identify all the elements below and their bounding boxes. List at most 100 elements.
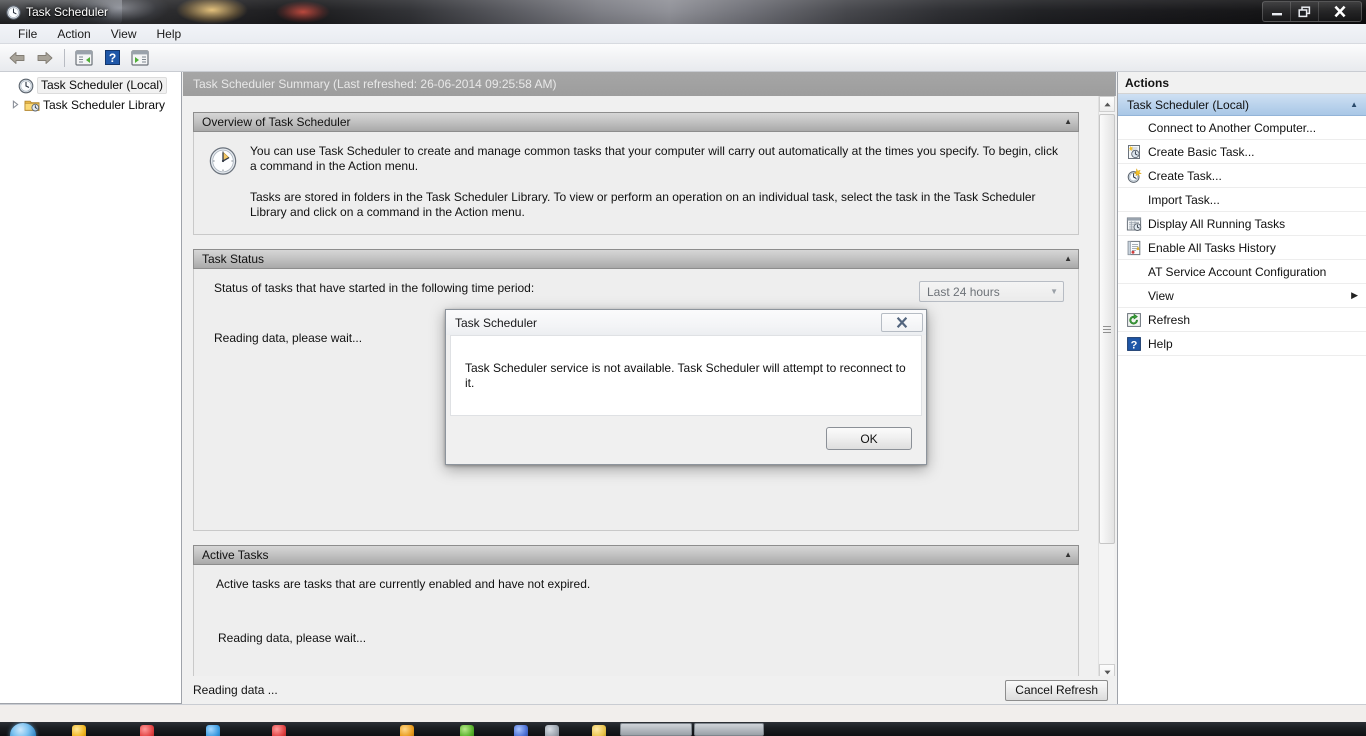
group-active-tasks-header[interactable]: Active Tasks ▲	[193, 545, 1079, 565]
taskbar-icon-4[interactable]	[272, 725, 286, 736]
center-vertical-scrollbar[interactable]	[1098, 96, 1115, 680]
folder-clock-icon	[24, 100, 40, 111]
minimize-button[interactable]	[1263, 2, 1291, 21]
group-active-tasks-title: Active Tasks	[202, 548, 269, 562]
submenu-arrow-icon: ▶	[1351, 290, 1358, 300]
status-text: Reading data ...	[193, 683, 278, 697]
action-connect-to-another-computer[interactable]: Connect to Another Computer...	[1118, 116, 1366, 140]
window-titlebar[interactable]: Task Scheduler	[0, 0, 1366, 24]
overview-paragraph-2: Tasks are stored in folders in the Task …	[250, 190, 1036, 219]
help-icon[interactable]: ?	[99, 46, 125, 70]
restore-button[interactable]	[1291, 2, 1319, 21]
time-period-dropdown[interactable]: Last 24 hours ▼	[919, 281, 1064, 302]
group-task-status-header[interactable]: Task Status ▲	[193, 249, 1079, 269]
active-tasks-loading-text: Reading data, please wait...	[218, 631, 367, 645]
actions-group-header[interactable]: Task Scheduler (Local) ▲	[1118, 94, 1366, 116]
menu-view[interactable]: View	[101, 25, 147, 43]
action-label: Import Task...	[1148, 192, 1220, 207]
clock-icon	[6, 4, 21, 20]
clock-large-icon	[209, 147, 237, 175]
action-create-task[interactable]: Create Task...	[1118, 164, 1366, 188]
chevron-down-icon: ▼	[1050, 287, 1058, 296]
menu-help[interactable]: Help	[147, 25, 192, 43]
window-controls	[1262, 1, 1362, 22]
action-label: Help	[1148, 336, 1173, 351]
action-at-service-account-configuration[interactable]: AT Service Account Configuration	[1118, 260, 1366, 284]
no-icon	[1126, 264, 1142, 280]
action-create-basic-task[interactable]: Create Basic Task...	[1118, 140, 1366, 164]
taskbar-icon-7[interactable]	[514, 725, 528, 736]
taskbar-icon-6[interactable]	[460, 725, 474, 736]
chevron-up-icon[interactable]: ▲	[1064, 118, 1072, 126]
statusbar: Reading data ... Cancel Refresh	[183, 676, 1116, 704]
scrollbar-thumb[interactable]	[1099, 114, 1115, 544]
taskbar-icon-9[interactable]	[592, 725, 606, 736]
window-caption: Task Scheduler	[0, 0, 123, 24]
group-overview-title: Overview of Task Scheduler	[202, 115, 351, 129]
group-overview-body: You can use Task Scheduler to create and…	[193, 132, 1079, 235]
action-display-all-running-tasks[interactable]: Display All Running Tasks	[1118, 212, 1366, 236]
back-icon[interactable]	[4, 46, 30, 70]
window-title: Task Scheduler	[26, 5, 109, 19]
toolbar-separator	[64, 48, 65, 67]
no-icon	[1126, 288, 1142, 304]
taskbar-icon-5[interactable]	[400, 725, 414, 736]
dialog-close-button[interactable]	[881, 313, 923, 332]
tree-item-task-scheduler-local[interactable]: Task Scheduler (Local)	[0, 76, 181, 95]
svg-text:?: ?	[1131, 339, 1138, 351]
action-enable-all-tasks-history[interactable]: Enable All Tasks History	[1118, 236, 1366, 260]
action-label: Refresh	[1148, 312, 1191, 327]
start-button[interactable]	[10, 723, 36, 736]
taskbar-icon-2[interactable]	[140, 725, 154, 736]
taskbar-icon-3[interactable]	[206, 725, 220, 736]
action-view[interactable]: View ▶	[1118, 284, 1366, 308]
chevron-up-icon[interactable]: ▲	[1350, 100, 1358, 109]
actions-group-title: Task Scheduler (Local)	[1127, 97, 1250, 112]
group-overview-header[interactable]: Overview of Task Scheduler ▲	[193, 112, 1079, 132]
svg-text:?: ?	[108, 51, 115, 65]
group-active-tasks-body: Active tasks are tasks that are currentl…	[193, 565, 1079, 680]
tree-item-label: Task Scheduler Library	[43, 97, 166, 112]
group-overview: Overview of Task Scheduler ▲ You can use…	[193, 112, 1079, 235]
action-refresh[interactable]: Refresh	[1118, 308, 1366, 332]
menu-action[interactable]: Action	[47, 25, 100, 43]
tree-expander-icon[interactable]	[10, 99, 21, 110]
menu-file[interactable]: File	[8, 25, 47, 43]
action-label: Connect to Another Computer...	[1148, 120, 1317, 135]
clock-icon	[18, 78, 34, 93]
action-label: Create Basic Task...	[1148, 144, 1255, 159]
tree-item-task-scheduler-library[interactable]: Task Scheduler Library	[0, 95, 181, 114]
task-scheduler-dialog: Task Scheduler Task Scheduler service is…	[445, 309, 927, 465]
chevron-up-icon[interactable]: ▲	[1064, 551, 1072, 559]
window-bottom-strip	[0, 704, 1366, 722]
close-button[interactable]	[1319, 2, 1361, 21]
action-import-task[interactable]: Import Task...	[1118, 188, 1366, 212]
taskbar-window-button-1[interactable]	[620, 723, 692, 736]
show-hide-console-tree-icon[interactable]	[71, 46, 97, 70]
dialog-ok-button[interactable]: OK	[826, 427, 912, 450]
dialog-content: Task Scheduler service is not available.…	[450, 335, 922, 416]
scrollbar-grip	[1103, 324, 1111, 335]
active-tasks-description: Active tasks are tasks that are currentl…	[216, 577, 591, 591]
dialog-titlebar[interactable]: Task Scheduler	[446, 310, 926, 335]
cancel-refresh-button[interactable]: Cancel Refresh	[1005, 679, 1108, 701]
dialog-title: Task Scheduler	[455, 315, 538, 330]
create-basic-task-icon	[1128, 144, 1140, 159]
summary-header: Task Scheduler Summary (Last refreshed: …	[183, 72, 1115, 96]
time-period-value: Last 24 hours	[927, 284, 1000, 299]
show-hide-action-pane-icon[interactable]	[127, 46, 153, 70]
dialog-footer: OK	[446, 416, 926, 461]
no-icon	[1126, 120, 1142, 136]
taskbar-window-button-2[interactable]	[694, 723, 764, 736]
taskbar[interactable]	[0, 722, 1366, 736]
overview-text: You can use Task Scheduler to create and…	[250, 144, 1064, 220]
forward-icon[interactable]	[32, 46, 58, 70]
scroll-up-button[interactable]	[1099, 96, 1115, 112]
action-label: Create Task...	[1148, 168, 1222, 183]
tree-expander-placeholder	[4, 80, 15, 91]
chevron-up-icon[interactable]: ▲	[1064, 255, 1072, 263]
no-icon	[1126, 192, 1142, 208]
taskbar-icon-8[interactable]	[545, 725, 559, 736]
action-help[interactable]: ? Help	[1118, 332, 1366, 356]
taskbar-icon-1[interactable]	[72, 725, 86, 736]
